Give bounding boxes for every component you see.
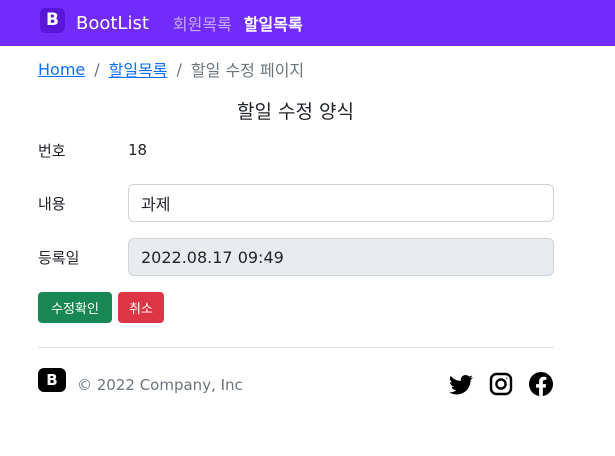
date-row: 등록일 bbox=[38, 238, 554, 276]
cancel-button[interactable]: 취소 bbox=[118, 292, 164, 323]
number-label: 번호 bbox=[38, 141, 66, 160]
breadcrumb-current: 할일 수정 페이지 bbox=[190, 61, 305, 80]
facebook-icon[interactable] bbox=[529, 372, 553, 396]
brand-name: BootList bbox=[76, 12, 149, 34]
form-title: 할일 수정 양식 bbox=[237, 101, 354, 123]
copyright-text: © 2022 Company, Inc bbox=[77, 376, 243, 394]
breadcrumb-home-link[interactable]: Home bbox=[38, 60, 85, 79]
footer-divider bbox=[38, 347, 554, 348]
submit-button[interactable]: 수정확인 bbox=[38, 292, 112, 323]
content-label: 내용 bbox=[38, 194, 66, 213]
breadcrumb: Home / 할일목록 / 할일 수정 페이지 bbox=[38, 57, 554, 81]
nav-link-members[interactable]: 회원목록 bbox=[173, 11, 232, 35]
navbar: B BootList 회원목록 할일목록 bbox=[0, 0, 615, 46]
form-actions: 수정확인 취소 bbox=[38, 292, 554, 323]
date-label: 등록일 bbox=[38, 248, 80, 267]
breadcrumb-separator: / bbox=[94, 59, 100, 79]
footer-brand: B © 2022 Company, Inc bbox=[38, 366, 243, 394]
instagram-icon[interactable] bbox=[489, 372, 513, 396]
nav-link-todos[interactable]: 할일목록 bbox=[244, 11, 303, 35]
date-input bbox=[128, 238, 554, 276]
twitter-icon[interactable] bbox=[449, 372, 473, 396]
breadcrumb-separator: / bbox=[176, 59, 182, 79]
content-row: 내용 bbox=[38, 184, 554, 222]
bootstrap-logo-icon: B bbox=[40, 7, 65, 33]
bootstrap-logo-icon[interactable]: B bbox=[38, 368, 66, 392]
number-value: 18 bbox=[128, 141, 148, 159]
brand-link[interactable]: B BootList bbox=[40, 7, 149, 34]
breadcrumb-todos-link[interactable]: 할일목록 bbox=[109, 57, 168, 81]
content-input[interactable] bbox=[128, 184, 554, 222]
number-row: 번호 18 bbox=[38, 139, 554, 161]
social-links bbox=[449, 372, 553, 396]
